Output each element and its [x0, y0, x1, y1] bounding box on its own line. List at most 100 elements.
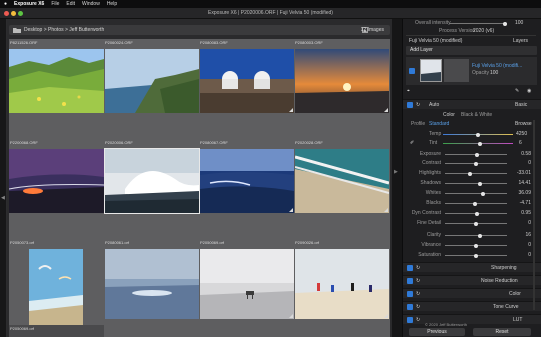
- reset-icon[interactable]: ↻: [416, 304, 420, 310]
- basic-section-header[interactable]: ↻ Auto Basic: [403, 99, 541, 109]
- layer-preset-name[interactable]: Fuji Velvia 50 (modifi...: [472, 63, 522, 69]
- adjustment-slider[interactable]: [445, 173, 507, 174]
- thumbnail-cell[interactable]: P2050069.orf: [199, 239, 294, 333]
- add-layer-button[interactable]: Add Layer: [410, 47, 433, 54]
- slider-knob[interactable]: [474, 253, 478, 258]
- slider-knob[interactable]: [467, 171, 472, 176]
- temp-knob[interactable]: [476, 132, 480, 137]
- thumbnail-image[interactable]: [200, 149, 294, 213]
- slider-knob[interactable]: [474, 161, 478, 166]
- apple-menu-icon[interactable]: ●: [4, 0, 7, 8]
- layer-mask-thumbnail[interactable]: [444, 59, 469, 82]
- thumbnail-image[interactable]: [295, 49, 389, 113]
- tint-knob[interactable]: [478, 141, 482, 146]
- thumbnail-cell[interactable]: P8211526.ORF: [9, 39, 104, 133]
- brush-icon[interactable]: ✎: [515, 88, 519, 94]
- add-layer-bar[interactable]: Add Layer: [406, 46, 537, 55]
- menu-window[interactable]: Window: [82, 0, 100, 8]
- profile-select[interactable]: Standard: [429, 121, 449, 127]
- overall-intensity-value[interactable]: 100: [515, 20, 523, 26]
- temp-value[interactable]: 4250: [516, 131, 527, 137]
- tab-black-white[interactable]: Black & White: [461, 112, 492, 118]
- thumbnail-image[interactable]: [9, 149, 104, 213]
- thumbnail-cell[interactable]: P2020006.ORF: [104, 139, 199, 233]
- slider-value[interactable]: 0: [509, 160, 531, 166]
- thumbnail-image[interactable]: [105, 49, 199, 113]
- slider-value[interactable]: 0: [509, 242, 531, 248]
- lut-section[interactable]: ↻ LUT: [403, 314, 541, 324]
- thumbnail-image[interactable]: [295, 249, 389, 319]
- slider-knob[interactable]: [474, 221, 478, 226]
- reset-icon[interactable]: ↻: [416, 102, 420, 108]
- slider-knob[interactable]: [475, 152, 480, 157]
- panel-scrollbar[interactable]: [533, 120, 535, 310]
- thumbnail-cell[interactable]: P2080067.ORF: [199, 139, 294, 233]
- opacity-value[interactable]: 100: [490, 70, 498, 76]
- thumbnail-cell[interactable]: P2050073.orf: [9, 239, 104, 333]
- overall-intensity-slider[interactable]: [449, 23, 507, 24]
- thumbnail-cell[interactable]: P2200068.ORF: [9, 139, 104, 233]
- slider-knob[interactable]: [472, 201, 477, 206]
- thumbnail-image[interactable]: [295, 149, 389, 213]
- slider-knob[interactable]: [477, 181, 482, 186]
- tone-curve-toggle[interactable]: [407, 304, 413, 310]
- eyedropper-icon[interactable]: ✐: [410, 140, 414, 146]
- color-section[interactable]: ↻ Color: [403, 288, 541, 298]
- previous-button[interactable]: Previous: [409, 328, 465, 336]
- thumbnail-cell[interactable]: P2020028.ORF: [294, 139, 389, 233]
- lut-toggle[interactable]: [407, 317, 413, 323]
- basic-toggle[interactable]: [407, 102, 413, 108]
- left-panel-toggle[interactable]: ◀: [0, 19, 7, 337]
- slider-value[interactable]: 0: [509, 220, 531, 226]
- tone-curve-section[interactable]: ↻ Tone Curve: [403, 301, 541, 311]
- next-row-cell[interactable]: P2050069.orf: [9, 325, 104, 337]
- gradient-icon[interactable]: ◉: [527, 88, 531, 94]
- reset-icon[interactable]: ↻: [416, 278, 420, 284]
- thumbnail-image[interactable]: [29, 249, 83, 329]
- reset-icon[interactable]: ↻: [416, 265, 420, 271]
- menu-edit[interactable]: Edit: [66, 0, 75, 8]
- layer-row[interactable]: Fuji Velvia 50 (modifi... Opacity 100: [406, 57, 537, 85]
- slider-knob[interactable]: [475, 211, 480, 216]
- adjustment-slider[interactable]: [445, 235, 507, 236]
- thumbnail-image-selected[interactable]: [105, 149, 199, 213]
- tint-value[interactable]: 6: [519, 140, 522, 146]
- layers-menu[interactable]: Layers: [513, 38, 528, 44]
- reset-icon[interactable]: ↻: [416, 291, 420, 297]
- breadcrumb[interactable]: Desktop > Photos > Jeff Butterworth: [24, 26, 104, 34]
- slider-value[interactable]: 0.95: [509, 210, 531, 216]
- slider-value[interactable]: 0.58: [509, 151, 531, 157]
- noise-reduction-section[interactable]: ↻ Noise Reduction: [403, 275, 541, 285]
- slider-knob[interactable]: [474, 243, 478, 248]
- slider-value[interactable]: 16: [509, 232, 531, 238]
- overall-intensity-knob[interactable]: [503, 21, 507, 26]
- slider-value[interactable]: -4.71: [509, 200, 531, 206]
- thumbnail-cell[interactable]: P2080083.ORF: [199, 39, 294, 133]
- layer-visibility-toggle[interactable]: [409, 68, 415, 74]
- browse-profiles-button[interactable]: Browse: [515, 121, 532, 127]
- menu-file[interactable]: File: [51, 0, 59, 8]
- slider-value[interactable]: 0: [509, 252, 531, 258]
- noise-reduction-toggle[interactable]: [407, 278, 413, 284]
- reset-icon[interactable]: ↻: [416, 317, 420, 323]
- thumbnail-cell[interactable]: P2080061.orf: [104, 239, 199, 333]
- adjustment-slider[interactable]: [445, 183, 507, 184]
- thumbnail-cell[interactable]: P2080003.ORF: [294, 39, 389, 133]
- process-version-select[interactable]: 2020 (v6): [473, 28, 494, 34]
- thumbnail-image[interactable]: [200, 249, 294, 319]
- crop-icon[interactable]: ⌖: [407, 88, 410, 94]
- slider-value[interactable]: 14.41: [509, 180, 531, 186]
- chevron-right-icon[interactable]: ▶: [394, 169, 398, 175]
- thumbnail-image[interactable]: [200, 49, 294, 113]
- slider-knob[interactable]: [478, 233, 483, 238]
- thumbnail-image[interactable]: [105, 249, 199, 319]
- auto-button[interactable]: Auto: [429, 102, 439, 108]
- tab-color[interactable]: Color: [443, 112, 455, 118]
- sharpening-toggle[interactable]: [407, 265, 413, 271]
- thumbnail-cell[interactable]: P2060024.ORF: [104, 39, 199, 133]
- slider-value[interactable]: -33.01: [509, 170, 531, 176]
- color-toggle[interactable]: [407, 291, 413, 297]
- adjustment-slider[interactable]: [445, 193, 507, 194]
- menu-help[interactable]: Help: [107, 0, 117, 8]
- sharpening-section[interactable]: ↻ Sharpening: [403, 262, 541, 272]
